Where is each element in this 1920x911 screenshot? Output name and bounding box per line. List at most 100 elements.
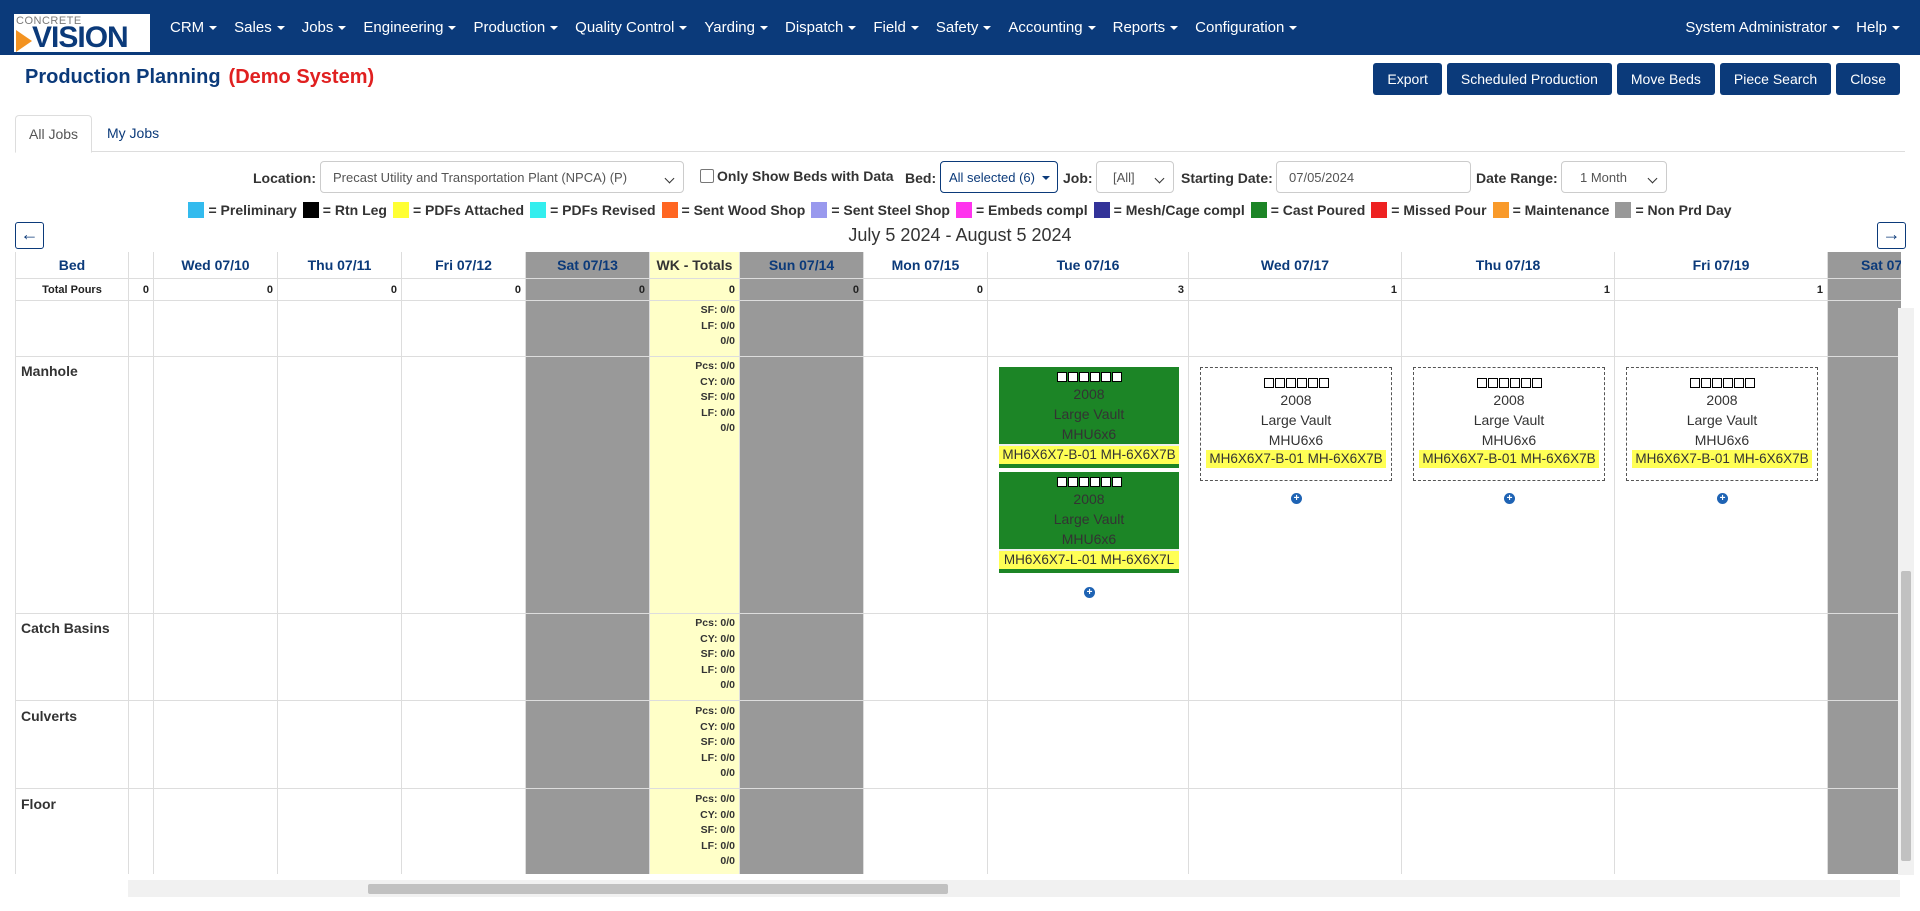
nav-right: System Administrator Help — [1669, 0, 1900, 55]
location-select[interactable]: Precast Utility and Transportation Plant… — [320, 161, 684, 193]
wk-stat-lf: LF: 0/0 — [701, 751, 735, 764]
card-product: MHU6x6 — [1481, 432, 1537, 448]
nav-jobs[interactable]: Jobs — [302, 19, 347, 36]
card-name: Large Vault — [1053, 511, 1125, 527]
chevron-down-icon — [550, 26, 559, 31]
wk-stat-pcs: Pcs: 0/0 — [695, 705, 735, 717]
bed-multiselect[interactable]: All selected (6) — [940, 161, 1058, 193]
wk-stat-cy: CY: 0/0 — [700, 375, 735, 388]
day-header: Mon 07/15 — [864, 252, 987, 279]
job-select[interactable]: [All] — [1096, 161, 1174, 193]
legend-item: = PDFs Revised — [530, 202, 656, 218]
move-beds-button[interactable]: Move Beds — [1616, 63, 1715, 95]
nav-engineering[interactable]: Engineering — [363, 19, 457, 36]
day-column-thu-0711: Thu 07/11 0 — [278, 252, 402, 874]
tab-all-jobs[interactable]: All Jobs — [15, 115, 93, 153]
nav-safety-label: Safety — [935, 19, 979, 36]
export-button[interactable]: Export — [1373, 63, 1442, 95]
nav-accounting[interactable]: Accounting — [1008, 19, 1096, 36]
nav-quality-control[interactable]: Quality Control — [575, 19, 688, 36]
nav-crm-label: CRM — [170, 19, 205, 36]
help-menu[interactable]: Help — [1856, 19, 1900, 36]
legend-item: = Mesh/Cage compl — [1093, 202, 1245, 218]
chevron-down-icon — [448, 26, 457, 31]
nav-production-label: Production — [473, 19, 546, 36]
nav-reports-label: Reports — [1112, 19, 1166, 36]
day-column-mon-0715: Mon 07/15 0 — [864, 252, 988, 874]
day-header: Fri 07/19 — [1615, 252, 1827, 279]
wk-stat-cy: CY: 0/0 — [700, 808, 735, 821]
legend-label: = Preliminary — [208, 202, 297, 218]
add-piece-icon[interactable]: + — [1717, 493, 1728, 504]
legend-label: = Missed Pour — [1391, 202, 1487, 218]
nav-dispatch[interactable]: Dispatch — [785, 19, 857, 36]
date-range-select[interactable]: 1 Month — [1561, 161, 1667, 193]
close-button[interactable]: Close — [1836, 63, 1900, 95]
legend-swatch — [530, 202, 547, 218]
schedule-card[interactable]: 2008 Large Vault MHU6x6 MH6X6X7-B-01 MH-… — [1626, 367, 1818, 481]
horizontal-scrollbar[interactable] — [128, 880, 1900, 897]
wk-stat-cy: CY: 0/0 — [700, 632, 735, 645]
chevron-down-icon — [1170, 26, 1179, 31]
day-total: 1 — [1402, 279, 1614, 301]
tab-my-jobs[interactable]: My Jobs — [94, 115, 172, 151]
day-column-thu-0718: Thu 07/18 1 — [1402, 252, 1615, 874]
nav-engineering-label: Engineering — [363, 19, 444, 36]
wk-stat-count: 0/0 — [720, 422, 735, 434]
add-piece-icon[interactable]: + — [1291, 493, 1302, 504]
chevron-down-icon — [848, 26, 857, 31]
schedule-card[interactable]: 2008 Large Vault MHU6x6 MH6X6X7-B-01 MH-… — [1413, 367, 1605, 481]
day-header: Thu 07/18 — [1402, 252, 1614, 279]
card-name: Large Vault — [1686, 412, 1758, 428]
concrete-vision-logo[interactable]: CONCRETE VISION — [14, 14, 150, 53]
legend-item: = PDFs Attached — [392, 202, 524, 218]
vertical-scrollbar[interactable] — [1898, 308, 1914, 875]
nav-crm[interactable]: CRM — [170, 19, 218, 36]
horizontal-scroll-thumb[interactable] — [368, 884, 948, 894]
vertical-scroll-thumb[interactable] — [1901, 571, 1911, 861]
legend-item: = Maintenance — [1492, 202, 1609, 218]
total-pours-label: Total Pours — [16, 279, 128, 301]
schedule-card-cast[interactable]: 2008 Large Vault MHU6x6 MH6X6X7-B-01 MH-… — [999, 367, 1179, 468]
nav-production[interactable]: Production — [473, 19, 559, 36]
next-period-button[interactable]: → — [1877, 222, 1906, 249]
scheduled-production-button[interactable]: Scheduled Production — [1446, 63, 1612, 95]
chevron-down-icon — [759, 26, 768, 31]
chevron-down-icon — [209, 26, 218, 31]
legend-swatch — [1250, 202, 1267, 218]
card-pieces[interactable]: MH6X6X7-B-01 MH-6X6X7B — [1419, 450, 1599, 468]
toolbar: Export Scheduled Production Move Beds Pi… — [1368, 63, 1900, 95]
week-stats-manhole: Pcs: 0/0 CY: 0/0 SF: 0/0 LF: 0/0 0/0 — [695, 359, 735, 437]
nav-configuration[interactable]: Configuration — [1195, 19, 1298, 36]
nav-yarding[interactable]: Yarding — [704, 19, 768, 36]
user-menu-label: System Administrator — [1685, 19, 1828, 36]
only-beds-checkbox[interactable] — [700, 169, 714, 183]
schedule-card-cast[interactable]: 2008 Large Vault MHU6x6 MH6X6X7-L-01 MH-… — [999, 472, 1179, 573]
starting-date-label: Starting Date: — [1181, 170, 1273, 186]
card-pieces[interactable]: MH6X6X7-B-01 MH-6X6X7B — [999, 444, 1179, 464]
nav-field[interactable]: Field — [873, 19, 919, 36]
nav-reports[interactable]: Reports — [1113, 19, 1179, 36]
bed-label-catch-basins: Catch Basins — [21, 620, 110, 636]
page-title-text: Production Planning — [25, 66, 221, 88]
piece-search-button[interactable]: Piece Search — [1719, 63, 1832, 95]
card-pieces[interactable]: MH6X6X7-B-01 MH-6X6X7B — [1206, 450, 1386, 468]
day-header: Thu 07/11 — [278, 252, 401, 279]
card-pieces[interactable]: MH6X6X7-L-01 MH-6X6X7L — [999, 549, 1179, 569]
add-piece-icon[interactable]: + — [1504, 493, 1515, 504]
week-totals-header: WK - Totals — [650, 252, 739, 279]
user-menu[interactable]: System Administrator — [1685, 19, 1841, 36]
bed-column-header: Bed — [16, 252, 128, 279]
wk-stat-count: 0/0 — [720, 767, 735, 779]
nav-sales[interactable]: Sales — [234, 19, 285, 36]
card-pieces[interactable]: MH6X6X7-B-01 MH-6X6X7B — [1632, 450, 1812, 468]
chevron-down-icon — [1832, 26, 1841, 31]
bed-label-manhole: Manhole — [21, 363, 78, 379]
wk-stat-lf: LF: 0/0 — [701, 839, 735, 852]
add-piece-icon[interactable]: + — [1084, 587, 1095, 598]
schedule-card[interactable]: 2008 Large Vault MHU6x6 MH6X6X7-B-01 MH-… — [1200, 367, 1392, 481]
starting-date-input[interactable]: 07/05/2024 — [1276, 161, 1471, 193]
nav-field-label: Field — [873, 19, 906, 36]
legend-label: = Embeds compl — [975, 202, 1088, 218]
nav-safety[interactable]: Safety — [936, 19, 992, 36]
